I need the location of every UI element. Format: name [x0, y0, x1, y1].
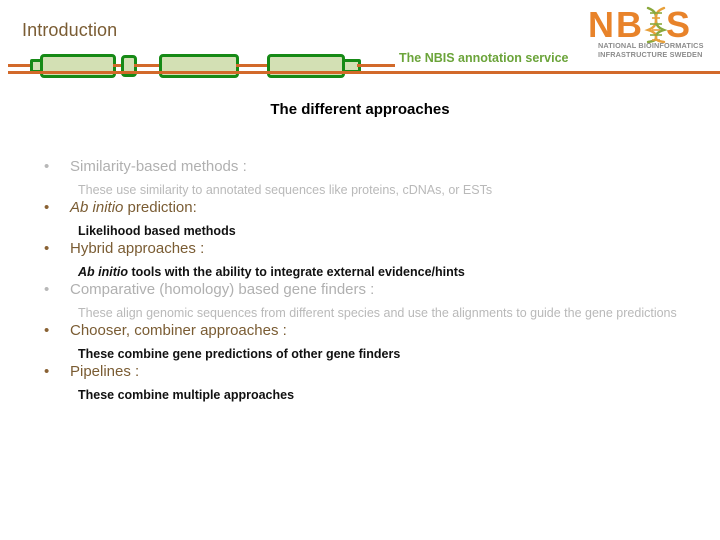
bullet-marker-icon: • [44, 158, 50, 175]
bullet-heading-row: • Hybrid approaches : [38, 239, 698, 259]
logo-letter-n: N [588, 4, 614, 44]
logo-subtitle-line-1: NATIONAL BIOINFORMATICS [598, 41, 704, 50]
gene-exon-box [159, 54, 239, 78]
bullet-label: Ab initio prediction: [70, 199, 197, 216]
list-item: • Hybrid approaches : Ab initio tools with… [38, 239, 698, 280]
gene-exon-box [267, 54, 345, 78]
bullet-label-text: Pipelines : [70, 363, 140, 380]
bullet-heading-row: • Similarity-based methods : [38, 157, 698, 177]
gene-intron-line [236, 64, 270, 67]
bullet-marker-icon: • [44, 199, 50, 216]
bullet-label-italic-term: Ab initio [70, 199, 124, 216]
bullet-label: Pipelines : [70, 363, 139, 380]
logo-subtitle: NATIONAL BIOINFORMATICS INFRASTRUCTURE S… [598, 41, 716, 59]
bullet-marker-icon: • [44, 322, 50, 339]
logo-subtitle-line-2: INFRASTRUCTURE SWEDEN [598, 50, 703, 59]
dna-helix-icon [644, 6, 668, 44]
nbis-logo: N B S NATIONAL BIOINFORMATICS INFRASTRUC… [586, 4, 716, 62]
bullet-label: Comparative (homology) based gene finder… [70, 281, 374, 298]
logo-letter-b: B [616, 4, 642, 44]
list-item: • Comparative (homology) based gene finde… [38, 280, 698, 321]
bullet-heading-row: • Comparative (homology) based gene finde… [38, 280, 698, 300]
gene-intron-line [357, 64, 395, 67]
page-title: Introduction [22, 20, 118, 40]
content-heading: The different approaches [270, 101, 450, 118]
list-item: • Chooser, combiner approaches : These com… [38, 321, 698, 362]
list-item: • Similarity-based methods : These use sim… [38, 157, 698, 198]
bullet-heading-row: • Chooser, combiner approaches : [38, 321, 698, 341]
gene-model-diagram [0, 50, 400, 82]
bullet-label-text: Hybrid approaches : [70, 240, 205, 257]
logo-letter-s: S [666, 4, 690, 44]
approaches-list: • Similarity-based methods : These use sim… [38, 157, 698, 403]
header-divider [8, 71, 720, 74]
bullet-heading-row: • Pipelines : [38, 362, 698, 382]
bullet-description: These use similarity to annotated sequen… [38, 182, 698, 198]
bullet-heading-row: • Ab initio prediction: [38, 198, 698, 218]
bullet-label: Hybrid approaches : [70, 240, 204, 257]
bullet-label-text: Chooser, combiner approaches : [70, 322, 287, 339]
bullet-description-text: Likelihood based methods [78, 224, 236, 238]
banner-subtitle: The NBIS annotation service [399, 51, 569, 65]
bullet-description-italic-term: Ab initio [78, 265, 128, 279]
bullet-description-text: These combine multiple approaches [78, 388, 295, 402]
bullet-description-text: These use similarity to annotated sequen… [78, 183, 493, 197]
bullet-description: Likelihood based methods [38, 223, 698, 239]
bullet-description-text: These combine gene predictions of other … [78, 347, 401, 361]
bullet-label-text: prediction: [123, 199, 197, 216]
list-item: • Ab initio prediction: Likelihood based m… [38, 198, 698, 239]
bullet-label-text: Similarity-based methods : [70, 158, 247, 175]
bullet-description-text: These align genomic sequences from diffe… [78, 306, 677, 320]
gene-exon-box [40, 54, 116, 78]
bullet-marker-icon: • [44, 281, 50, 298]
gene-intron-line [134, 64, 162, 67]
nbis-wordmark: N B S [588, 4, 690, 44]
bullet-description: These combine gene predictions of other … [38, 346, 698, 362]
bullet-description: Ab initio tools with the ability to inte… [38, 264, 698, 280]
bullet-marker-icon: • [44, 363, 50, 380]
bullet-description: These align genomic sequences from diffe… [38, 305, 698, 321]
bullet-marker-icon: • [44, 240, 50, 257]
bullet-description: These combine multiple approaches [38, 387, 698, 403]
bullet-description-text: tools with the ability to integrate exte… [128, 265, 465, 279]
bullet-label: Similarity-based methods : [70, 158, 247, 175]
bullet-label-text: Comparative (homology) based gene finder… [70, 281, 375, 298]
bullet-label: Chooser, combiner approaches : [70, 322, 287, 339]
list-item: • Pipelines : These combine multiple appro… [38, 362, 698, 403]
